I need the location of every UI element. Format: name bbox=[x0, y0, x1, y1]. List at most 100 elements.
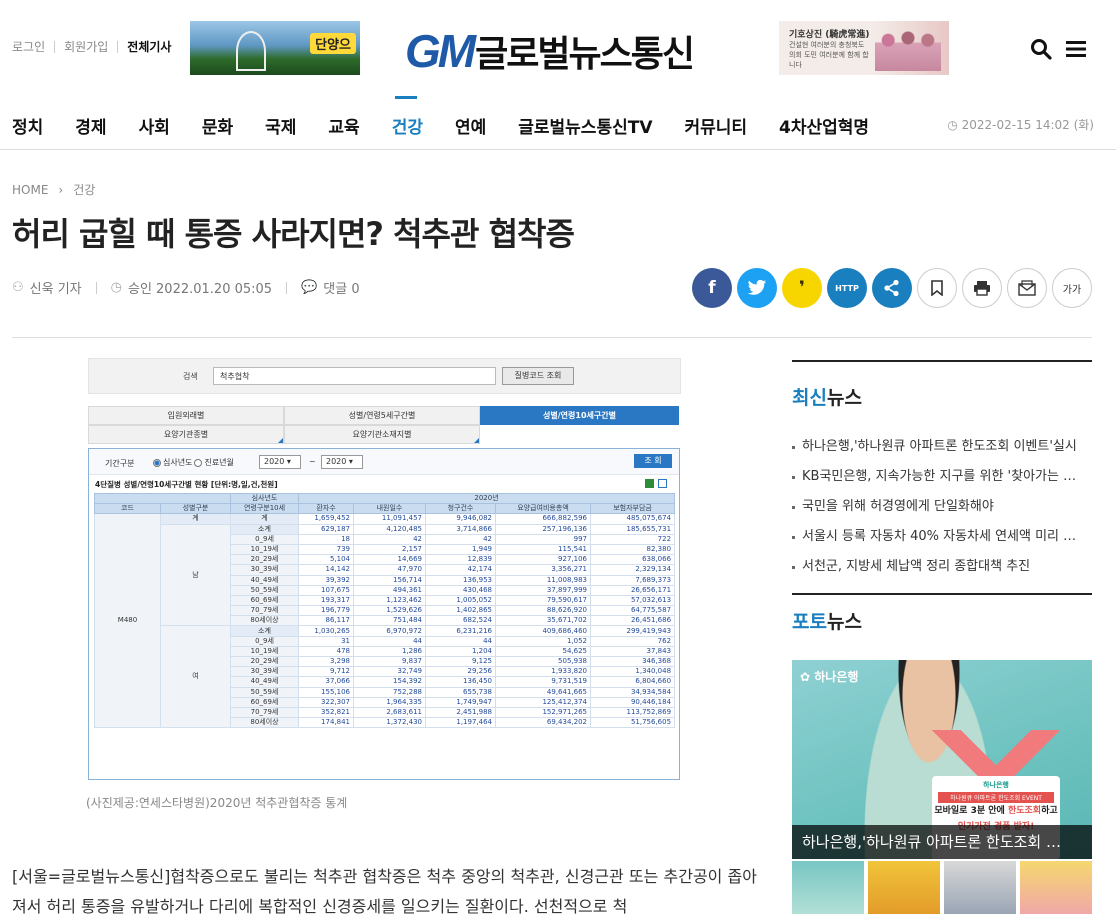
table-cell: 115,541 bbox=[495, 543, 591, 556]
table-cell: 80세이상 bbox=[230, 717, 299, 729]
table-cell: 156,714 bbox=[353, 574, 426, 586]
table-header: 보험자부담금 bbox=[589, 503, 676, 515]
login-link[interactable]: 로그인 bbox=[12, 41, 54, 53]
signup-link[interactable]: 회원가입 bbox=[54, 41, 117, 53]
table-cell: 50_59세 bbox=[230, 584, 299, 596]
table-header: 심사년도 bbox=[230, 492, 299, 505]
breadcrumb-section[interactable]: 건강 bbox=[73, 181, 95, 198]
twitter-icon bbox=[747, 279, 767, 295]
nav-community[interactable]: 커뮤니티 bbox=[684, 113, 747, 138]
table-cell: 2,683,611 bbox=[353, 706, 426, 719]
nav-entertainment[interactable]: 연예 bbox=[455, 113, 486, 138]
photo-news-heading-rest: 뉴스 bbox=[826, 611, 862, 633]
table-cell: 136,450 bbox=[425, 676, 496, 688]
all-articles-link[interactable]: 전체기사 bbox=[117, 41, 180, 53]
table-cell: 47,970 bbox=[353, 564, 426, 576]
table-cell: 193,317 bbox=[298, 594, 354, 607]
banner-ad-right[interactable]: 기호상진 (騎虎常進) 건설현 여러분의 충청북도의회 도민 여러분께 함께 합… bbox=[779, 21, 949, 75]
print-button[interactable] bbox=[962, 268, 1002, 308]
nav-tv[interactable]: 글로벌뉴스통신TV bbox=[518, 113, 652, 138]
url-copy-button[interactable]: HTTP bbox=[827, 268, 867, 308]
table-cell: 10_19세 bbox=[230, 645, 299, 658]
table-cell: 7,689,373 bbox=[589, 574, 676, 586]
photo-card-line1a: 모바일로 3분 안에 bbox=[934, 806, 1008, 816]
nav-health[interactable]: 건강 bbox=[392, 96, 423, 138]
list-item[interactable]: KB국민은행, 지속가능한 지구를 위한 '찾아가는 … bbox=[792, 468, 1092, 498]
table-cell: 1,286 bbox=[353, 645, 426, 658]
breadcrumb-home[interactable]: HOME bbox=[12, 183, 48, 197]
nav-international[interactable]: 국제 bbox=[265, 113, 296, 138]
table-cell: 1,659,452 bbox=[298, 513, 354, 525]
nav-education[interactable]: 교육 bbox=[328, 113, 359, 138]
site-logo[interactable]: GM 글로벌뉴스통신 bbox=[405, 24, 695, 78]
email-button[interactable] bbox=[1007, 268, 1047, 308]
article-meta: ⚇ 신욱 기자 ◷ 승인 2022.01.20 05:05 💬 댓글 0 bbox=[12, 278, 360, 297]
meta-divider bbox=[286, 281, 288, 294]
twitter-share-button[interactable] bbox=[737, 268, 777, 308]
table-cell: 125,412,374 bbox=[495, 696, 591, 708]
nav-politics[interactable]: 정치 bbox=[12, 113, 43, 138]
url-label: HTTP bbox=[835, 283, 859, 293]
image-year-to-value: 2020 bbox=[326, 457, 347, 466]
table-cell: 6,231,216 bbox=[425, 625, 496, 637]
table-cell: 35,671,702 bbox=[495, 615, 591, 627]
photo-thumbnail[interactable] bbox=[944, 861, 1016, 914]
table-header: 성별구분 bbox=[160, 503, 231, 515]
search-icon[interactable] bbox=[1030, 38, 1052, 64]
table-cell: 계 bbox=[230, 513, 299, 525]
bookmark-icon bbox=[931, 280, 943, 296]
photo-thumbnail[interactable] bbox=[1020, 861, 1092, 914]
image-year-to: 2020 ▾ bbox=[321, 455, 363, 469]
image-period-label: 기간구분 bbox=[105, 459, 135, 468]
table-cell: 34,934,584 bbox=[589, 686, 676, 698]
font-size-button[interactable]: 가가 bbox=[1052, 268, 1092, 308]
nav-economy[interactable]: 경제 bbox=[75, 113, 106, 138]
radio-unchecked-icon bbox=[194, 458, 203, 467]
photo-brand-text: 하나은행 bbox=[814, 670, 859, 684]
table-cell: 9,712 bbox=[298, 666, 354, 678]
photo-news-main[interactable]: ✿ 하나은행 하나은행 하나원큐 아파트론 한도조회 EVENT 모바일로 3분… bbox=[792, 660, 1092, 859]
banner-ad-left-badge: 단양으 bbox=[310, 33, 356, 54]
bookmark-button[interactable] bbox=[917, 268, 957, 308]
list-item[interactable]: 서천군, 지방세 체납액 정리 종합대책 추진 bbox=[792, 558, 1092, 588]
site-header: 로그인 회원가입 전체기사 단양으 GM 글로벌뉴스통신 기호상진 (騎虎常進)… bbox=[0, 0, 1116, 150]
image-caption: (사진제공:연세스타병원)2020년 척추관협착증 통계 bbox=[86, 796, 348, 810]
banner-ad-left[interactable]: 단양으 bbox=[190, 21, 360, 75]
image-tab: 성별/연령5세구간별 bbox=[284, 406, 480, 425]
image-year-from: 2020 ▾ bbox=[259, 455, 301, 469]
chevron-right-icon: › bbox=[58, 182, 64, 197]
photo-thumbnail[interactable] bbox=[868, 861, 940, 914]
facebook-share-button[interactable]: f bbox=[692, 268, 732, 308]
list-item[interactable]: 국민을 위해 허경영에게 단일화해야 bbox=[792, 498, 1092, 528]
list-item[interactable]: 서울시 등록 자동차 40% 자동차세 연세액 미리 … bbox=[792, 528, 1092, 558]
list-item[interactable]: 하나은행,'하나원큐 아파트론 한도조회 이벤트'실시 bbox=[792, 438, 1092, 468]
table-cell: 629,187 bbox=[298, 523, 354, 535]
table-cell: 638,066 bbox=[589, 554, 676, 566]
table-cell: 88,626,920 bbox=[495, 605, 591, 617]
table-cell: 1,949 bbox=[425, 543, 496, 556]
more-share-button[interactable] bbox=[872, 268, 912, 308]
table-cell: 762 bbox=[589, 635, 676, 647]
latest-news-heading: 최신뉴스 bbox=[792, 383, 862, 410]
table-cell: 494,361 bbox=[353, 584, 426, 596]
table-cell: 113,752,869 bbox=[589, 706, 676, 719]
table-body: M480 계 계 1,659,452 11,091,457 9,946,082 666,88… bbox=[94, 513, 676, 729]
table-cell: 1,529,626 bbox=[353, 605, 426, 617]
nav-society[interactable]: 사회 bbox=[139, 113, 170, 138]
table-cell: 485,075,674 bbox=[589, 513, 676, 525]
table-header: 청구건수 bbox=[425, 503, 496, 515]
header-icons bbox=[1030, 38, 1086, 64]
clock-icon: ◷ bbox=[947, 118, 962, 132]
nav-culture[interactable]: 문화 bbox=[202, 113, 233, 138]
photo-thumbnail[interactable] bbox=[792, 861, 864, 914]
nav-4th-industry[interactable]: 4차산업혁명 bbox=[779, 113, 869, 138]
table-cell: 40_49세 bbox=[230, 676, 299, 688]
breadcrumb: HOME › 건강 bbox=[12, 181, 95, 198]
article-comments[interactable]: 댓글 0 bbox=[323, 278, 359, 297]
table-cell: 1,030,265 bbox=[298, 625, 354, 637]
kakao-share-button[interactable]: ❜ bbox=[782, 268, 822, 308]
table-cell: 49,641,665 bbox=[495, 686, 591, 698]
table-cell: 6,970,972 bbox=[353, 625, 426, 637]
hamburger-menu-icon[interactable] bbox=[1066, 40, 1086, 62]
photo-brand: ✿ 하나은행 bbox=[800, 668, 858, 685]
